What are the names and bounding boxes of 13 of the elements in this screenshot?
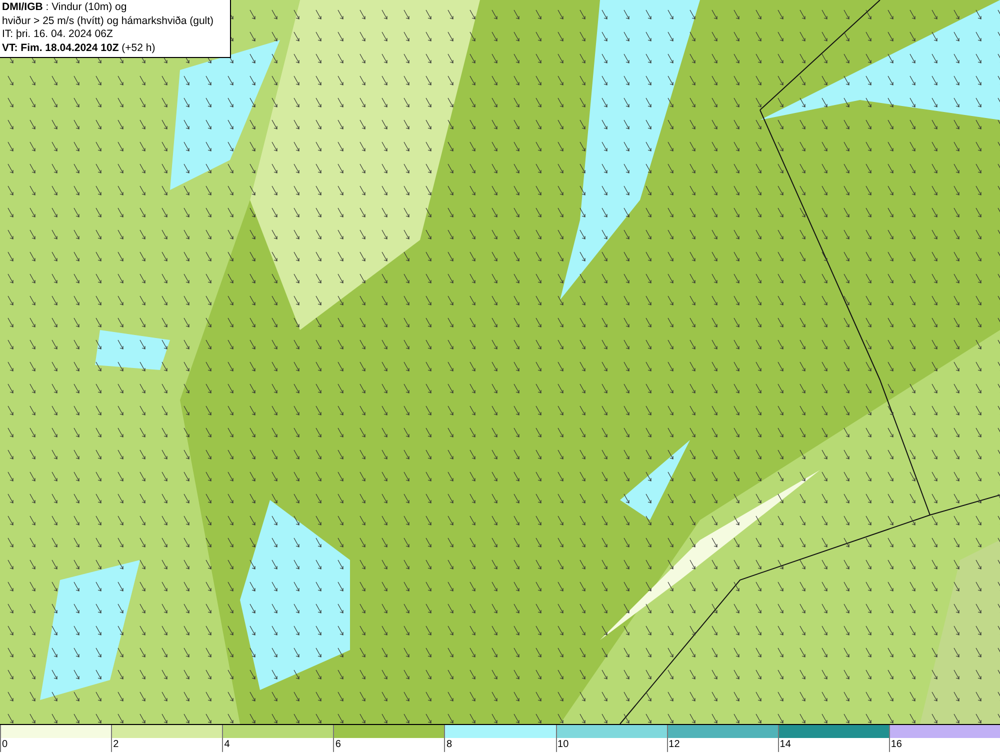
caption-line: IT: þri. 16. 04. 2024 06Z [2, 28, 114, 42]
legend-label: 0 [1, 738, 8, 752]
caption-line: VT: Fim. 18.04.2024 10Z (+52 h) [2, 42, 156, 55]
legend-label: 12 [668, 738, 680, 752]
legend-label: 2 [112, 738, 119, 752]
legend-label: 14 [778, 738, 791, 752]
legend-label: 4 [223, 738, 230, 752]
legend-label: 6 [334, 738, 341, 752]
legend-label: 8 [445, 738, 452, 752]
caption-line: hviður > 25 m/s (hvítt) og hámarkshviða (gult) [2, 14, 215, 28]
caption-line: DMI/IGB : Vindur (10m) og [2, 1, 128, 14]
legend-label: 10 [556, 738, 569, 752]
legend-label: 16 [890, 738, 902, 752]
